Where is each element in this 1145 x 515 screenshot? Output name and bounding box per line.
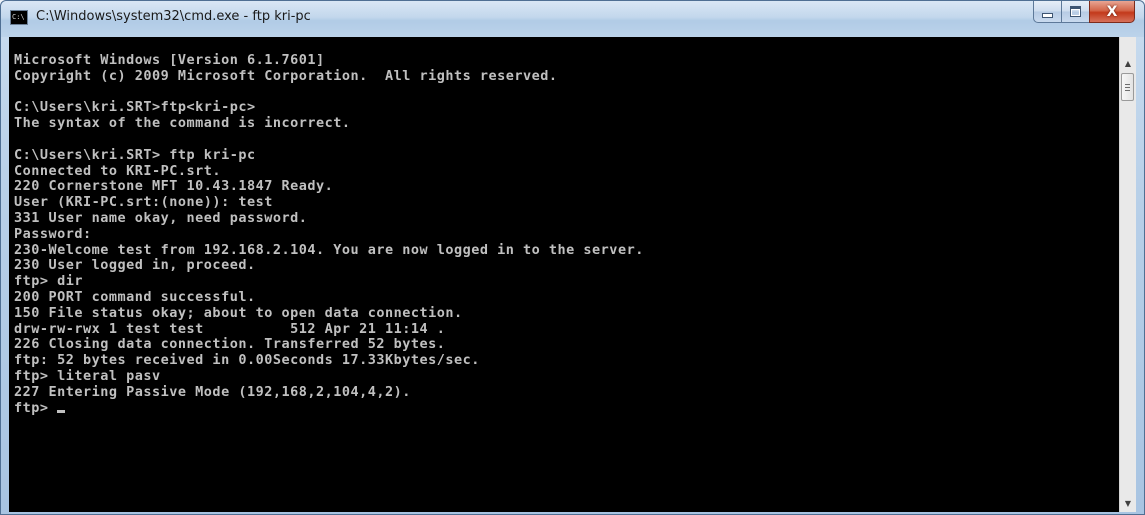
console-line: drw-rw-rwx 1 test test 512 Apr 21 11:14 … bbox=[14, 320, 446, 337]
cmd-window: C:\ C:\Windows\system32\cmd.exe - ftp kr… bbox=[0, 0, 1145, 515]
console-output[interactable]: Microsoft Windows [Version 6.1.7601] Cop… bbox=[9, 37, 1119, 512]
close-icon: X bbox=[1106, 3, 1118, 20]
grip-line bbox=[1125, 84, 1130, 85]
close-button[interactable]: X bbox=[1089, 1, 1135, 23]
caption-buttons: X bbox=[1033, 1, 1135, 23]
maximize-button[interactable] bbox=[1061, 1, 1089, 23]
maximize-icon bbox=[1070, 6, 1081, 17]
minimize-button[interactable] bbox=[1033, 1, 1061, 23]
scroll-up-button[interactable]: ▲ bbox=[1120, 55, 1136, 72]
minimize-icon bbox=[1042, 12, 1053, 18]
scroll-down-button[interactable]: ▼ bbox=[1120, 495, 1136, 512]
console-line: User (KRI-PC.srt:(none)): test bbox=[14, 194, 273, 211]
console-line: Copyright (c) 2009 Microsoft Corporation… bbox=[14, 67, 558, 84]
grip-line bbox=[1125, 90, 1130, 91]
console-lines: Microsoft Windows [Version 6.1.7601] Cop… bbox=[14, 52, 644, 417]
window-title: C:\Windows\system32\cmd.exe - ftp kri-pc bbox=[36, 9, 311, 24]
scrollbar-thumb[interactable] bbox=[1121, 73, 1134, 101]
scroll-up-arrow-icon: ▲ bbox=[1124, 59, 1132, 68]
vertical-scrollbar[interactable]: ▲ ▼ bbox=[1119, 37, 1136, 512]
console-line: ftp> literal pasv bbox=[14, 367, 161, 384]
console-line: 220 Cornerstone MFT 10.43.1847 Ready. bbox=[14, 178, 334, 195]
console-line: 230 User logged in, proceed. bbox=[14, 257, 256, 274]
scroll-down-arrow-icon: ▼ bbox=[1124, 499, 1132, 508]
cmd-app-icon[interactable]: C:\ bbox=[10, 10, 28, 25]
cmd-app-icon-label: C:\ bbox=[12, 13, 25, 21]
title-bar[interactable]: C:\ C:\Windows\system32\cmd.exe - ftp kr… bbox=[1, 1, 1144, 37]
console-line: Password: bbox=[14, 225, 92, 242]
console-line: C:\Users\kri.SRT>ftp<kri-pc> bbox=[14, 99, 256, 116]
console-line: Connected to KRI-PC.srt. bbox=[14, 162, 222, 179]
console-line: 227 Entering Passive Mode (192,168,2,104… bbox=[14, 383, 411, 400]
console-line: Microsoft Windows [Version 6.1.7601] bbox=[14, 52, 325, 68]
console-line: 230-Welcome test from 192.168.2.104. You… bbox=[14, 241, 644, 258]
grip-line bbox=[1125, 87, 1130, 88]
console-line: ftp: 52 bytes received in 0.00Seconds 17… bbox=[14, 352, 480, 369]
console-line: 200 PORT command successful. bbox=[14, 288, 256, 305]
text-cursor bbox=[57, 409, 66, 413]
console-line: 331 User name okay, need password. bbox=[14, 209, 308, 226]
console-line: 150 File status okay; about to open data… bbox=[14, 304, 463, 321]
console-line: The syntax of the command is incorrect. bbox=[14, 115, 351, 132]
console-line: ftp> dir bbox=[14, 273, 84, 290]
console-line: 226 Closing data connection. Transferred… bbox=[14, 336, 446, 353]
console-prompt-line[interactable]: ftp> bbox=[14, 399, 644, 417]
console-line: C:\Users\kri.SRT> ftp kri-pc bbox=[14, 146, 256, 163]
console-prompt: ftp> bbox=[14, 399, 58, 416]
